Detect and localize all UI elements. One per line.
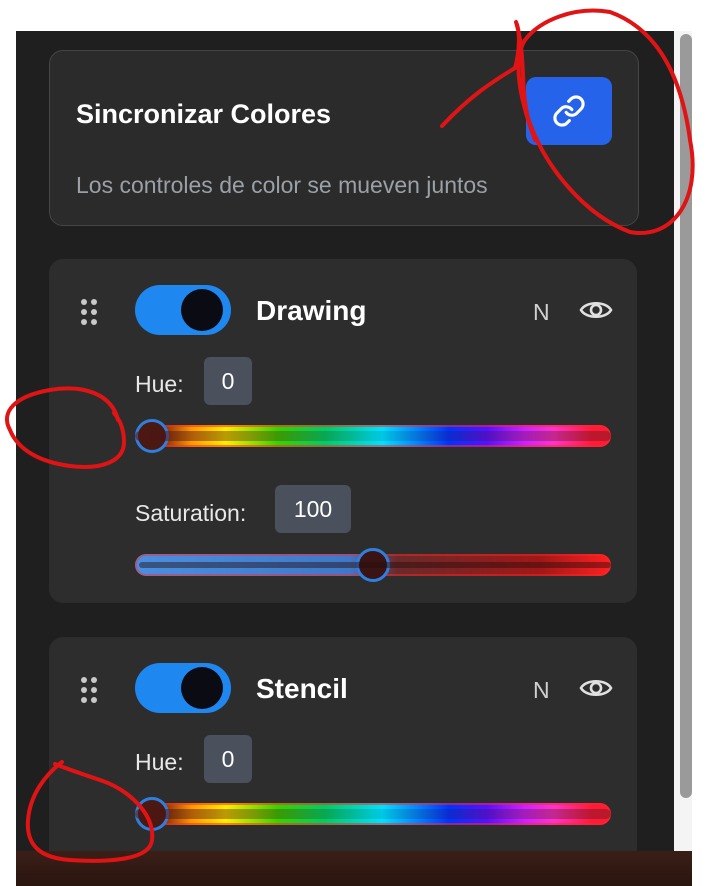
sync-colors-title: Sincronizar Colores <box>76 99 332 129</box>
hue-value-input[interactable]: 0 <box>204 357 252 405</box>
hue-slider[interactable] <box>135 419 611 453</box>
bottom-strip <box>16 851 692 886</box>
sync-colors-button[interactable] <box>526 77 612 145</box>
sync-colors-card: Sincronizar Colores Los controles de col… <box>49 50 639 226</box>
link-icon <box>553 95 585 127</box>
drag-handle-icon[interactable] <box>81 677 99 705</box>
toggle-knob <box>181 289 223 331</box>
layer-enabled-toggle[interactable] <box>135 285 231 335</box>
eye-icon[interactable] <box>579 297 613 323</box>
scrollbar-thumb[interactable] <box>680 34 692 798</box>
blend-mode-button[interactable]: N <box>533 677 550 704</box>
hue-label: Hue: <box>135 749 184 775</box>
sync-colors-description: Los controles de color se mueven juntos <box>76 172 488 198</box>
layer-enabled-toggle[interactable] <box>135 663 231 713</box>
hue-slider-thumb[interactable] <box>135 797 169 831</box>
layer-card-drawing: Drawing N Hue: 0 Saturation: 100 <box>49 259 637 603</box>
hue-slider[interactable] <box>135 797 611 831</box>
saturation-label: Saturation: <box>135 500 247 526</box>
hue-label: Hue: <box>135 371 184 397</box>
layer-card-stencil: Stencil N Hue: 0 <box>49 637 637 851</box>
eye-icon[interactable] <box>579 675 613 701</box>
layer-name: Stencil <box>256 673 348 704</box>
layer-name: Drawing <box>256 295 367 326</box>
saturation-value-input[interactable]: 100 <box>275 485 351 533</box>
saturation-slider-thumb[interactable] <box>356 548 390 582</box>
saturation-slider[interactable] <box>135 548 611 582</box>
hue-value-input[interactable]: 0 <box>204 735 252 783</box>
drag-handle-icon[interactable] <box>81 299 99 327</box>
toggle-knob <box>181 667 223 709</box>
blend-mode-button[interactable]: N <box>533 299 550 326</box>
layers-panel: Sincronizar Colores Los controles de col… <box>16 31 674 851</box>
hue-slider-thumb[interactable] <box>135 419 169 453</box>
